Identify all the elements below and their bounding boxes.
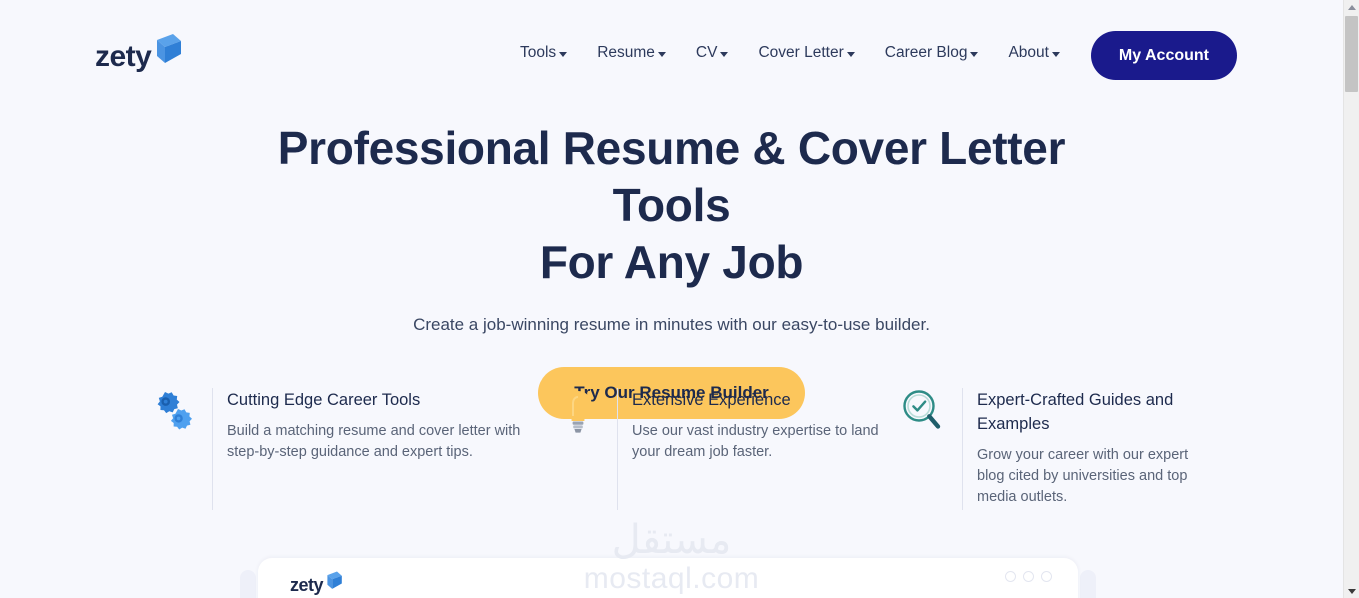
zety-arrow-mark-icon: [153, 32, 183, 71]
hero-section: Professional Resume & Cover Letter Tools…: [0, 120, 1343, 419]
page-title-line-2: For Any Job: [539, 236, 804, 288]
magnifier-check-icon: [900, 390, 946, 436]
feature-title: Extensive Experience: [632, 391, 791, 409]
zety-arrow-mark-icon: [325, 570, 343, 596]
nav-item-resume[interactable]: Resume: [597, 44, 666, 62]
feature-item-guides: Expert-Crafted Guides and Examples Grow …: [900, 388, 1200, 510]
chevron-down-icon: [720, 52, 729, 57]
logo-text: zety: [95, 40, 152, 73]
nav-item-label: About: [1008, 44, 1049, 61]
main-navigation: Tools Resume CV Cover Letter Career Blog…: [520, 44, 1060, 62]
feature-divider: [212, 388, 213, 510]
bottom-panel-right-tab: [1080, 570, 1096, 598]
page-title-line-1: Professional Resume & Cover Letter Tools: [277, 122, 1066, 231]
vertical-scrollbar[interactable]: [1343, 0, 1359, 598]
nav-item-tools[interactable]: Tools: [520, 44, 568, 62]
chevron-down-icon: [559, 52, 568, 57]
nav-item-about[interactable]: About: [1008, 44, 1060, 62]
feature-divider: [617, 388, 618, 510]
logo-text: zety: [290, 575, 324, 595]
nav-item-label: Resume: [597, 44, 655, 61]
nav-item-cv[interactable]: CV: [696, 44, 729, 62]
builder-preview-panel[interactable]: zety: [258, 558, 1078, 598]
nav-item-cover-letter[interactable]: Cover Letter: [758, 44, 855, 62]
triangle-up-glyph: [1347, 4, 1356, 10]
feature-description: Build a matching resume and cover letter…: [227, 423, 521, 460]
nav-item-career-blog[interactable]: Career Blog: [885, 44, 979, 62]
site-logo[interactable]: zety: [95, 32, 183, 72]
scroll-down-arrow-icon[interactable]: [1344, 584, 1359, 598]
scrollbar-thumb[interactable]: [1345, 16, 1358, 92]
nav-item-label: CV: [695, 44, 718, 61]
window-dot-1[interactable]: [1005, 571, 1016, 582]
triangle-down-glyph: [1347, 588, 1356, 594]
window-controls: [1005, 571, 1052, 582]
page-title: Professional Resume & Cover Letter Tools…: [242, 120, 1102, 291]
feature-description: Grow your career with our expert blog ci…: [977, 447, 1189, 505]
feature-item-experience: Extensive Experience Use our vast indust…: [555, 388, 900, 510]
hero-subheading: Create a job-winning resume in minutes w…: [413, 315, 930, 334]
chevron-down-icon: [970, 52, 979, 57]
nav-item-label: Career Blog: [884, 44, 968, 61]
watermark-arabic-text: مستقل: [611, 517, 732, 563]
feature-item-career-tools: Cutting Edge Career Tools Build a matchi…: [150, 388, 555, 510]
my-account-button[interactable]: My Account: [1090, 31, 1237, 80]
bottom-panel-left-tab: [240, 570, 256, 598]
feature-title: Cutting Edge Career Tools: [227, 391, 421, 409]
lightbulb-icon: [555, 390, 601, 436]
gears-icon: [150, 390, 196, 436]
feature-title: Expert-Crafted Guides and Examples: [977, 391, 1174, 433]
feature-body: Extensive Experience Use our vast indust…: [632, 388, 884, 463]
chevron-down-icon: [657, 52, 666, 57]
chevron-down-icon: [1051, 52, 1060, 57]
feature-divider: [962, 388, 963, 510]
feature-body: Cutting Edge Career Tools Build a matchi…: [227, 388, 539, 463]
site-header: zety Tools Resume CV Cover Letter Career…: [0, 0, 1343, 110]
feature-body: Expert-Crafted Guides and Examples Grow …: [977, 388, 1200, 508]
nav-item-label: Tools: [520, 44, 557, 61]
chevron-down-icon: [846, 52, 855, 57]
builder-preview-logo: zety: [290, 570, 343, 596]
page-viewport: zety Tools Resume CV Cover Letter Career…: [0, 0, 1343, 598]
feature-description: Use our vast industry expertise to land …: [632, 423, 879, 460]
nav-item-label: Cover Letter: [758, 44, 844, 61]
feature-list: Cutting Edge Career Tools Build a matchi…: [150, 388, 1200, 510]
window-dot-2[interactable]: [1023, 571, 1034, 582]
scroll-up-arrow-icon[interactable]: [1344, 0, 1359, 14]
window-dot-3[interactable]: [1041, 571, 1052, 582]
